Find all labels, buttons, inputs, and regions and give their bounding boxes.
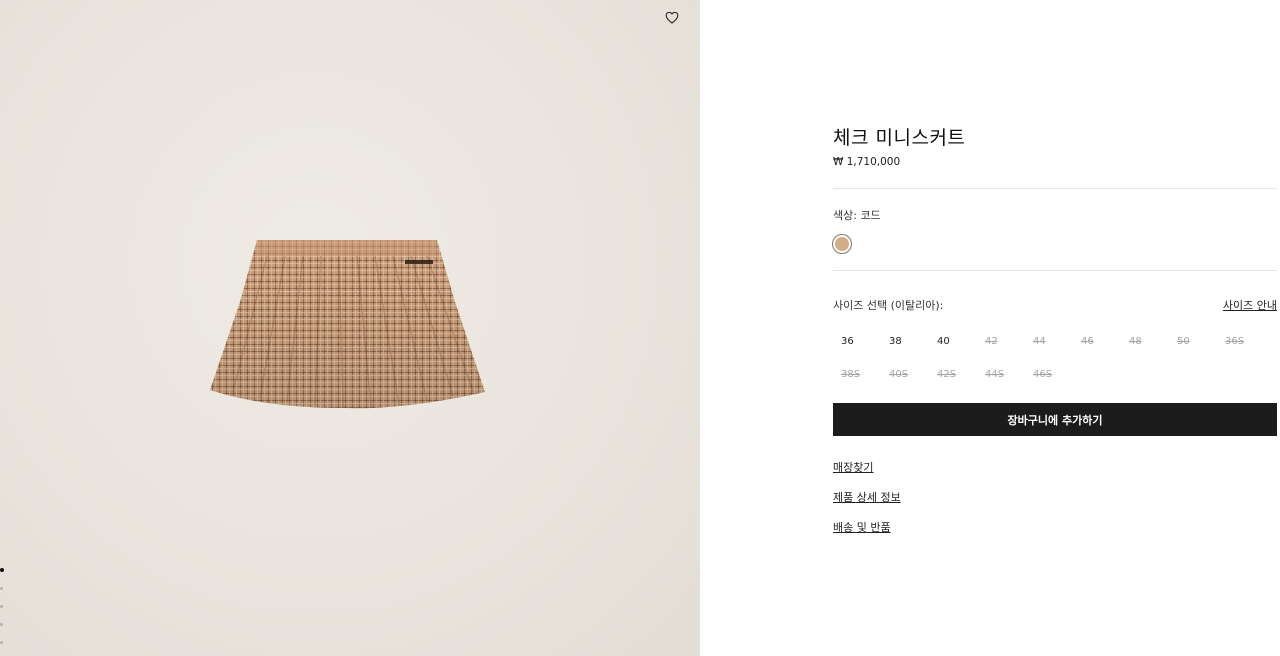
product-title: 체크 미니스커트 xyxy=(833,127,966,149)
size-option-40[interactable]: 40 xyxy=(929,328,977,354)
size-select-label: 사이즈 선택 (이탈리아): xyxy=(833,299,944,312)
size-option-36[interactable]: 36 xyxy=(833,328,881,354)
product-price: ₩ 1,710,000 xyxy=(833,156,901,168)
size-option-50[interactable]: 50 xyxy=(1169,328,1217,354)
size-guide-link[interactable]: 사이즈 안내 xyxy=(1223,297,1277,313)
color-label: 색상: 코드 xyxy=(833,209,881,222)
size-option-46s[interactable]: 46S xyxy=(1025,361,1073,387)
heart-outline-icon xyxy=(665,11,679,24)
gallery-dot[interactable] xyxy=(0,568,4,572)
gallery-dot[interactable] xyxy=(0,623,3,626)
gallery-pagination xyxy=(0,568,6,656)
divider xyxy=(833,188,1277,189)
size-option-38[interactable]: 38 xyxy=(881,328,929,354)
store-locator-link[interactable]: 매장찾기 xyxy=(833,459,873,475)
size-option-40s[interactable]: 40S xyxy=(881,361,929,387)
size-option-44s[interactable]: 44S xyxy=(977,361,1025,387)
size-options: 36 38 40 42 44 46 48 50 36S 38S 40S 42S 44S 46S xyxy=(833,328,1277,394)
gallery-dot[interactable] xyxy=(0,641,3,644)
size-option-44[interactable]: 44 xyxy=(1025,328,1073,354)
gallery-dot[interactable] xyxy=(0,605,3,608)
size-option-48[interactable]: 48 xyxy=(1121,328,1169,354)
size-row: 38S 40S 42S 44S 46S xyxy=(833,361,1277,387)
color-swatch[interactable] xyxy=(832,234,852,254)
product-info-panel: 체크 미니스커트 ₩ 1,710,000 색상: 코드 사이즈 선택 (이탈리아… xyxy=(832,0,1277,656)
size-option-46[interactable]: 46 xyxy=(1073,328,1121,354)
size-option-42[interactable]: 42 xyxy=(977,328,1025,354)
gallery-dot[interactable] xyxy=(0,587,3,590)
product-image xyxy=(210,240,485,409)
divider xyxy=(833,270,1277,271)
size-option-38s[interactable]: 38S xyxy=(833,361,881,387)
size-option-36s[interactable]: 36S xyxy=(1217,328,1265,354)
size-row: 36 38 40 42 44 46 48 50 36S xyxy=(833,328,1277,354)
shipping-returns-link[interactable]: 배송 및 반품 xyxy=(833,519,891,535)
product-image-gallery xyxy=(0,0,700,656)
product-details-link[interactable]: 제품 상세 정보 xyxy=(833,489,901,505)
add-to-cart-button[interactable]: 장바구니에 추가하기 xyxy=(833,403,1277,436)
size-option-42s[interactable]: 42S xyxy=(929,361,977,387)
wishlist-button[interactable] xyxy=(663,8,681,26)
